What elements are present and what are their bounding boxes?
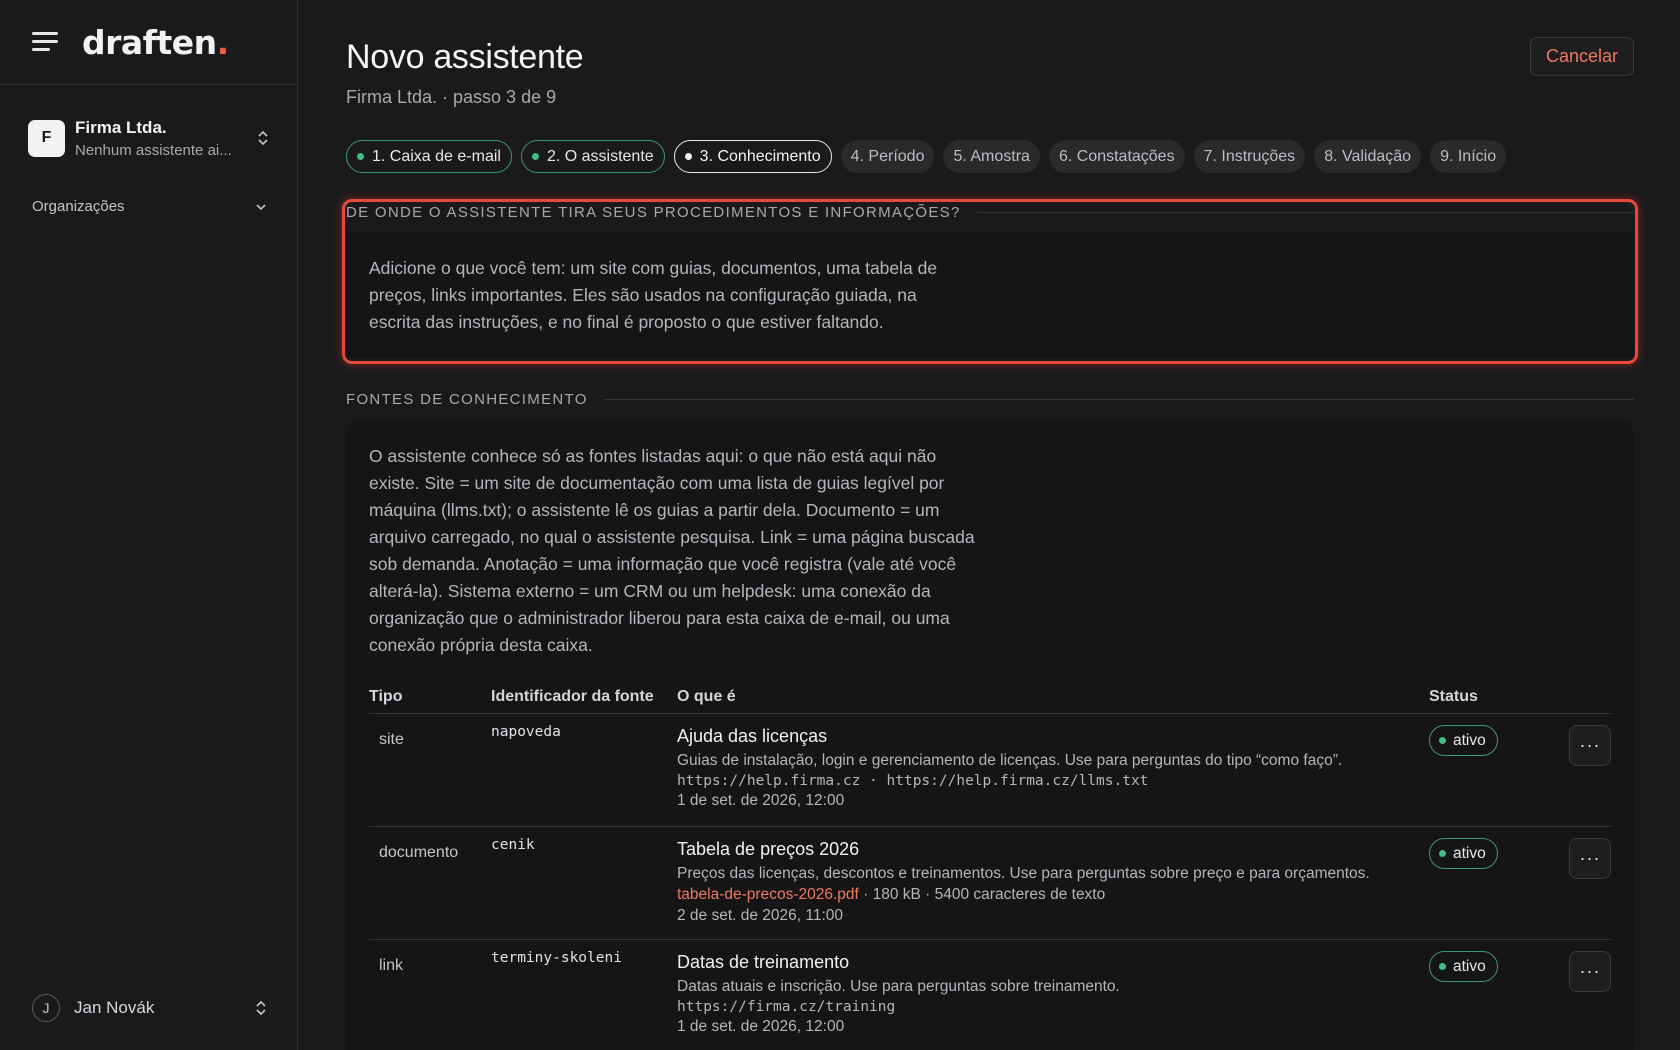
step-label: 9. Início (1440, 147, 1497, 165)
wizard-step-3[interactable]: 3. Conhecimento (673, 140, 832, 173)
org-avatar: F (28, 119, 65, 157)
source-title: Ajuda das licenças (677, 726, 828, 746)
source-title: Tabela de preços 2026 (677, 839, 860, 859)
step-status-dot (531, 153, 539, 160)
section-heading-knowledge-sources: FONTES DE CONHECIMENTO (346, 391, 1634, 408)
highlight-frame (342, 199, 1638, 364)
organizations-label: Organizações (32, 198, 125, 215)
step-status-dot (357, 153, 364, 160)
wizard-step-8[interactable]: 8. Validação (1314, 140, 1422, 173)
column-id: Identificador da fonte (491, 687, 654, 705)
source-date: 1 de set. de 2026, 12:00 (677, 792, 845, 809)
status-badge: ativo (1429, 725, 1498, 756)
menu-icon[interactable] (32, 32, 58, 52)
source-date: 1 de set. de 2026, 12:00 (677, 1018, 845, 1035)
sources-table: Tipo Identificador da fonte O que é Stat… (369, 680, 1611, 1050)
source-description: Datas atuais e inscrição. Use para pergu… (677, 978, 1120, 995)
user-name: Jan Novák (74, 998, 155, 1017)
source-description: Preços das licenças, descontos e treinam… (677, 865, 1370, 882)
logo: draften. (82, 22, 229, 62)
source-id: napoveda (491, 724, 561, 740)
source-id: terminy-skoleni (491, 950, 622, 966)
sidebar: draften. F Firma Ltda. Nenhum assistente… (0, 0, 298, 1050)
step-label: 5. Amostra (953, 147, 1030, 165)
page-subtitle: Firma Ltda. · passo 3 de 9 (346, 87, 557, 107)
chevron-up-down-icon (256, 1000, 266, 1016)
wizard-step-1[interactable]: 1. Caixa de e-mail (346, 140, 512, 173)
table-row: documento cenik Tabela de preços 2026 Pr… (369, 827, 1611, 940)
step-label: 6. Constatações (1058, 147, 1175, 165)
file-link[interactable]: tabela-de-precos-2026.pdf (677, 886, 859, 903)
source-file: tabela-de-precos-2026.pdf · 180 kB · 540… (677, 886, 1106, 903)
column-type: Tipo (369, 687, 403, 705)
source-urls: https://firma.cz/training (677, 999, 896, 1015)
table-row: site napoveda Ajuda das licenças Guias d… (369, 714, 1611, 827)
knowledge-sources-panel: O assistente conhece só as fontes listad… (346, 420, 1634, 1050)
wizard-step-4[interactable]: 4. Período (840, 140, 935, 173)
step-label: 7. Instruções (1203, 147, 1296, 165)
user-menu[interactable]: J Jan Novák (32, 994, 268, 1022)
org-name: Firma Ltda. (75, 117, 167, 137)
row-actions-button[interactable]: ··· (1569, 838, 1611, 879)
row-actions-button[interactable]: ··· (1569, 725, 1611, 766)
wizard-step-6[interactable]: 6. Constatações (1048, 140, 1185, 173)
wizard-step-7[interactable]: 7. Instruções (1193, 140, 1306, 173)
wizard-step-5[interactable]: 5. Amostra (943, 140, 1040, 173)
column-what: O que é (677, 687, 736, 705)
source-id: cenik (491, 837, 535, 853)
wizard-step-2[interactable]: 2. O assistente (520, 140, 665, 173)
step-status-dot (684, 153, 692, 160)
source-date: 2 de set. de 2026, 11:00 (677, 907, 844, 924)
wizard-step-9[interactable]: 9. Início (1430, 140, 1507, 173)
org-subtitle: Nenhum assistente ai... (75, 141, 232, 159)
row-actions-button[interactable]: ··· (1569, 951, 1611, 992)
step-label: 3. Conhecimento (699, 147, 821, 165)
org-switcher[interactable]: F Firma Ltda. Nenhum assistente ai... (28, 113, 270, 163)
sidebar-header: draften. (0, 0, 297, 85)
table-row: link terminy-skoleni Datas de treinament… (369, 940, 1611, 1050)
user-avatar: J (32, 994, 60, 1022)
column-status: Status (1429, 687, 1478, 705)
step-label: 2. O assistente (546, 147, 654, 165)
organizations-toggle[interactable]: Organizações (32, 198, 268, 215)
source-urls: https://help.firma.cz · https://help.fir… (677, 773, 1149, 789)
step-label: 8. Validação (1324, 147, 1412, 165)
status-badge: ativo (1429, 951, 1498, 982)
page-title: Novo assistente (346, 38, 584, 76)
status-badge: ativo (1429, 838, 1498, 869)
knowledge-sources-intro: O assistente conhece só as fontes listad… (369, 446, 975, 655)
chevron-down-icon (256, 203, 266, 210)
source-type: documento (379, 844, 459, 861)
source-type: link (379, 957, 404, 974)
chevron-up-down-icon (258, 130, 268, 146)
table-header: Tipo Identificador da fonte O que é Stat… (369, 680, 1611, 714)
source-description: Guias de instalação, login e gerenciamen… (677, 752, 1343, 769)
wizard-steps: 1. Caixa de e-mail 2. O assistente 3. Conh… (346, 140, 1507, 173)
cancel-button[interactable]: Cancelar (1530, 37, 1634, 76)
step-label: 1. Caixa de e-mail (372, 147, 501, 165)
source-type: site (379, 731, 404, 748)
source-title: Datas de treinamento (677, 952, 850, 972)
step-label: 4. Período (850, 147, 925, 165)
